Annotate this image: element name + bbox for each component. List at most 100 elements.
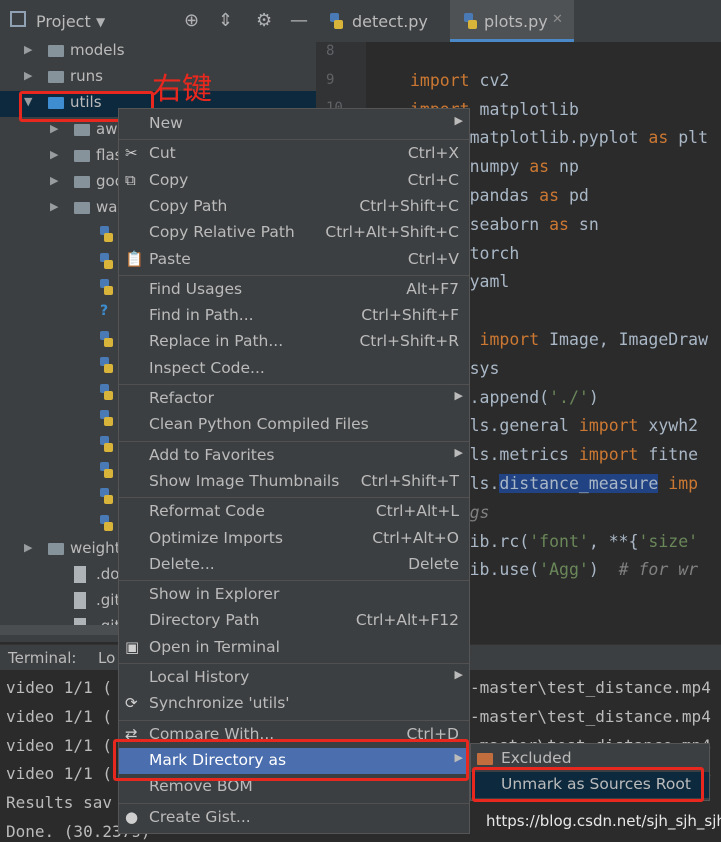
python-file-icon bbox=[100, 278, 113, 295]
menu-item-copy-relative-path[interactable]: Copy Relative Path Ctrl+Alt+Shift+C bbox=[119, 220, 469, 246]
menu-item-shortcut: Delete bbox=[408, 554, 459, 573]
menu-icon: ⟳ bbox=[125, 694, 138, 713]
code-token: 'font' bbox=[529, 531, 589, 551]
chevron-down-icon[interactable]: ▼ bbox=[96, 15, 105, 29]
menu-item-label: Copy Relative Path bbox=[149, 223, 295, 242]
menu-item-label: Local History bbox=[149, 668, 250, 686]
project-view-icon bbox=[10, 11, 26, 27]
menu-item-add-to-favorites[interactable]: Add to Favorites ▶ bbox=[119, 443, 469, 469]
menu-separator bbox=[119, 802, 469, 804]
menu-item-find-usages[interactable]: Find Usages Alt+F7 bbox=[119, 277, 469, 303]
code-token: import bbox=[479, 330, 540, 349]
chevron-right-icon[interactable]: ▶ bbox=[24, 43, 32, 56]
code-token: ) bbox=[588, 387, 599, 407]
folder-icon bbox=[48, 45, 64, 57]
folder-icon bbox=[48, 71, 64, 84]
python-file-icon bbox=[100, 488, 113, 505]
folder-icon bbox=[74, 176, 90, 188]
menu-item-refactor[interactable]: Refactor ▶ bbox=[119, 386, 469, 412]
context-menu: New ▶ ✂ Cut Ctrl+X ⧉ Copy Ctrl+C Copy Path Ctrl+S… bbox=[118, 108, 470, 834]
menu-item-label: Inspect Code... bbox=[149, 358, 265, 377]
menu-item-label: Find Usages bbox=[149, 279, 243, 298]
code-token: fitne bbox=[638, 445, 699, 465]
tree-item-label: runs bbox=[70, 67, 103, 86]
menu-item-show-image-thumbnails[interactable]: Show Image Thumbnails Ctrl+Shift+T bbox=[119, 469, 469, 495]
excluded-folder-icon bbox=[477, 753, 493, 765]
code-token: as bbox=[648, 128, 669, 148]
terminal-tab[interactable]: Lo bbox=[98, 649, 115, 667]
python-file-icon bbox=[100, 436, 113, 452]
chevron-right-icon[interactable]: ▶ bbox=[24, 69, 32, 82]
menu-item-copy-path[interactable]: Copy Path Ctrl+Shift+C bbox=[119, 194, 469, 220]
code-token: './' bbox=[549, 387, 589, 407]
menu-item-synchronize-utils[interactable]: ⟳ Synchronize 'utils' bbox=[119, 691, 469, 717]
menu-item-clean-python-compiled-files[interactable]: Clean Python Compiled Files bbox=[119, 412, 469, 438]
menu-item-paste[interactable]: 📋 Paste Ctrl+V bbox=[119, 247, 469, 273]
minimize-icon[interactable]: — bbox=[290, 10, 308, 31]
menu-item-shortcut: Ctrl+Shift+R bbox=[359, 332, 459, 351]
submenu-item-label: Excluded bbox=[501, 749, 572, 767]
menu-item-shortcut: Ctrl+V bbox=[407, 249, 459, 268]
menu-item-label: Optimize Imports bbox=[149, 528, 283, 547]
chevron-right-icon[interactable]: ▶ bbox=[50, 174, 58, 187]
code-token: , **{ bbox=[588, 531, 639, 551]
menu-item-cut[interactable]: ✂ Cut Ctrl+X bbox=[119, 141, 469, 167]
chevron-right-icon[interactable]: ▶ bbox=[50, 200, 58, 213]
menu-separator bbox=[119, 384, 469, 385]
menu-item-label: Copy Path bbox=[149, 196, 228, 215]
locate-icon[interactable]: ⊕ bbox=[184, 10, 199, 31]
terminal-line: video 1/1 ( bbox=[6, 735, 112, 755]
code-token: imp bbox=[668, 474, 699, 493]
menu-item-new[interactable]: New ▶ bbox=[119, 111, 469, 137]
terminal-line: video 1/1 ( bbox=[6, 706, 112, 726]
menu-item-directory-path[interactable]: Directory Path Ctrl+Alt+F12 bbox=[119, 608, 469, 634]
gear-icon[interactable]: ⚙ bbox=[256, 10, 272, 31]
annotation-right-click: 右键 bbox=[152, 72, 212, 107]
menu-item-label: Refactor bbox=[149, 389, 215, 407]
chevron-right-icon[interactable]: ▶ bbox=[24, 541, 32, 554]
menu-item-label: Show in Explorer bbox=[149, 585, 280, 604]
menu-icon: ▣ bbox=[125, 637, 140, 656]
code-token: 'size' bbox=[638, 531, 699, 551]
menu-item-delete[interactable]: Delete... Delete bbox=[119, 552, 469, 578]
python-file-icon bbox=[100, 462, 113, 479]
code-token: distance_measure bbox=[499, 474, 659, 493]
menu-item-reformat-code[interactable]: Reformat Code Ctrl+Alt+L bbox=[119, 499, 469, 525]
menu-item-show-in-explorer[interactable]: Show in Explorer bbox=[119, 582, 469, 608]
terminal-line: video 1/1 ( bbox=[6, 764, 112, 784]
menu-item-copy[interactable]: ⧉ Copy Ctrl+C bbox=[119, 168, 469, 194]
menu-item-label: Cut bbox=[149, 144, 176, 163]
menu-item-label: Directory Path bbox=[149, 611, 260, 630]
menu-item-label: Add to Favorites bbox=[149, 445, 275, 464]
tree-item-label: models bbox=[70, 42, 125, 59]
menu-item-label: Synchronize 'utils' bbox=[149, 694, 290, 713]
menu-item-inspect-code[interactable]: Inspect Code... bbox=[119, 356, 469, 382]
terminal-label: Terminal: bbox=[8, 649, 77, 667]
menu-item-open-in-terminal[interactable]: ▣ Open in Terminal bbox=[119, 635, 469, 661]
menu-item-shortcut: Ctrl+Alt+Shift+C bbox=[325, 223, 459, 242]
tree-item[interactable]: ▶ models bbox=[0, 42, 316, 65]
menu-item-replace-in-path[interactable]: Replace in Path... Ctrl+Shift+R bbox=[119, 329, 469, 355]
menu-item-optimize-imports[interactable]: Optimize Imports Ctrl+Alt+O bbox=[119, 526, 469, 552]
menu-separator bbox=[119, 139, 469, 141]
line-number: 9 bbox=[326, 72, 335, 88]
python-file-icon bbox=[464, 13, 477, 29]
menu-item-local-history[interactable]: Local History ▶ bbox=[119, 665, 469, 691]
terminal-line: video 1/1 ( bbox=[6, 678, 112, 697]
tab-plots[interactable]: plots.py ✕ bbox=[450, 0, 574, 42]
code-token: 'Agg' bbox=[539, 560, 589, 580]
menu-separator bbox=[119, 274, 469, 276]
menu-item-label: Copy bbox=[149, 170, 189, 189]
code-token: cv2 bbox=[469, 70, 510, 90]
tab-detect[interactable]: detect.py bbox=[316, 0, 448, 42]
menu-item-create-gist[interactable]: ● Create Gist... bbox=[119, 805, 469, 831]
python-file-icon bbox=[100, 409, 113, 426]
python-file-icon bbox=[100, 357, 113, 374]
menu-item-find-in-path[interactable]: Find in Path... Ctrl+Shift+F bbox=[119, 303, 469, 329]
close-icon[interactable]: ✕ bbox=[552, 12, 563, 27]
chevron-right-icon[interactable]: ▶ bbox=[50, 148, 58, 161]
menu-icon: ⧉ bbox=[125, 170, 136, 189]
collapse-icon[interactable]: ⇕ bbox=[218, 10, 233, 31]
project-panel-title[interactable]: Project bbox=[36, 12, 91, 31]
chevron-right-icon[interactable]: ▶ bbox=[50, 122, 58, 135]
